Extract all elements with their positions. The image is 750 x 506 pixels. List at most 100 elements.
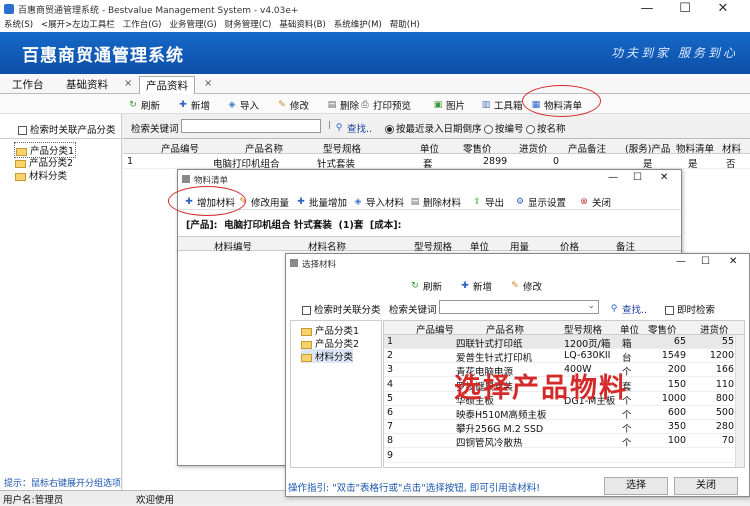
- tree-item-material[interactable]: 材料分类: [15, 168, 67, 182]
- delete-button[interactable]: ▤ 删除: [327, 98, 359, 112]
- print-preview-button[interactable]: ⎙ 打印预览: [360, 98, 411, 112]
- bom-maximize-button[interactable]: ☐: [633, 172, 642, 183]
- find-label: 查找..: [347, 124, 373, 135]
- close-button[interactable]: ✕: [706, 0, 740, 18]
- sel-refresh-button[interactable]: ↻ 刷新: [410, 279, 442, 293]
- table-row[interactable]: 2 爱普生针式打印机 LQ-630KII 台 1549 1200: [384, 349, 734, 365]
- table-cell: 4: [387, 378, 394, 390]
- tab-basic-data[interactable]: 基础资料: [60, 76, 114, 94]
- table-row[interactable]: 7 攀升256G M.2 SSD 个 350 280: [384, 420, 734, 435]
- tab-workbench[interactable]: 工作台: [6, 76, 50, 94]
- edit-button[interactable]: ✎ 修改: [277, 98, 309, 112]
- table-cell: 个: [622, 438, 632, 450]
- menu-maintenance[interactable]: 系统维护(M): [334, 18, 382, 32]
- sel-minimize-button[interactable]: —: [676, 256, 686, 267]
- sidebar-checkbox-label: 检索时关联产品分类: [30, 125, 116, 136]
- image-button[interactable]: ▣ 图片: [433, 98, 465, 112]
- refresh-button[interactable]: ↻ 刷新: [128, 98, 160, 112]
- menu-basic-data[interactable]: 基础资料(B): [279, 18, 325, 32]
- import-material-button[interactable]: ◈ 导入材料: [353, 195, 404, 209]
- search-input[interactable]: [181, 119, 321, 133]
- table-cell: 台: [622, 353, 632, 365]
- folder-icon: [301, 340, 312, 349]
- grid-header: 产品编号 产品名称 型号规格 单位 零售价 进货价 产品备注 (服务)产品 物料…: [123, 139, 750, 155]
- select-button[interactable]: 选择: [604, 477, 668, 495]
- batch-add-button[interactable]: ✚ 批量增加: [296, 195, 347, 209]
- maximize-button[interactable]: ☐: [668, 0, 702, 18]
- main-toolbar: ↻ 刷新 ✚ 新增 ◈ 导入 ✎ 修改 ▤ 删除 ⎙ 打印预览 ▣ 图片 ▥ 工具箱 ▦ 物料清单: [0, 94, 750, 114]
- bom-product-info: [产品]: 电脑打印机组合 针式套装 (1)套 [成本]:: [186, 220, 402, 231]
- bom-close-tool-button[interactable]: ⊗ 关闭: [579, 195, 611, 209]
- menu-business[interactable]: 业务管理(G): [170, 18, 217, 32]
- table-cell: LQ-630KII: [564, 350, 611, 362]
- table-cell: 1000: [661, 392, 686, 404]
- sel-edit-button[interactable]: ✎ 修改: [510, 279, 542, 293]
- radio-by-name[interactable]: 按名称: [526, 121, 566, 135]
- sel-col-unit: 单位: [620, 325, 640, 336]
- cell-cost: 0: [553, 156, 560, 167]
- sel-find-button[interactable]: ⚲ 查找..: [609, 302, 647, 316]
- delete-icon: ▤: [410, 197, 420, 207]
- sel-dropdown-icon[interactable]: ⌄: [588, 301, 595, 310]
- menu-finance[interactable]: 财务管理(C): [225, 18, 272, 32]
- toolbox-button[interactable]: ▥ 工具箱: [481, 98, 523, 112]
- table-cell: 爱普生针式打印机: [456, 353, 533, 365]
- export-button[interactable]: ⇪ 导出: [472, 195, 504, 209]
- delete-material-button[interactable]: ▤ 删除材料: [410, 195, 461, 209]
- tab-basic-data-close-icon[interactable]: ×: [124, 78, 132, 89]
- search-scrollbar-icon: |: [328, 120, 331, 129]
- sel-maximize-button[interactable]: ☐: [701, 256, 710, 267]
- tree-item-category2[interactable]: 产品分类2: [15, 155, 73, 169]
- cell-unit: 套: [423, 159, 433, 170]
- sel-dialog-close-button[interactable]: 关闭: [674, 477, 738, 495]
- sel-instant-search-checkbox[interactable]: 即时检索: [665, 302, 715, 316]
- find-button[interactable]: ⚲ 查找..: [334, 121, 372, 135]
- checkbox-icon: [302, 306, 311, 315]
- table-row[interactable]: 9: [384, 449, 734, 463]
- bom-minimize-button[interactable]: —: [608, 172, 618, 183]
- edit-icon: ✎: [278, 100, 286, 110]
- sel-find-label: 查找..: [622, 305, 648, 316]
- table-row[interactable]: 8 四铜管风冷散热 个 100 70: [384, 434, 734, 450]
- menu-bar: 系统(S) <展开>左边工具栏 工作台(G) 业务管理(G) 财务管理(C) 基…: [0, 18, 750, 32]
- menu-workbench[interactable]: 工作台(G): [123, 18, 162, 32]
- import-button[interactable]: ◈ 导入: [227, 98, 259, 112]
- delete-material-label: 删除材料: [423, 198, 462, 209]
- sel-link-category-checkbox[interactable]: 检索时关联分类: [302, 302, 381, 316]
- col-service: (服务)产品: [625, 144, 671, 155]
- sel-tree-item-category2[interactable]: 产品分类2: [301, 336, 359, 350]
- minimize-button[interactable]: —: [630, 0, 664, 18]
- tab-product-data-close-icon[interactable]: ×: [204, 78, 212, 89]
- folder-icon: [301, 327, 312, 336]
- cell-bom: 是: [688, 159, 698, 170]
- sel-search-input[interactable]: [439, 300, 599, 314]
- sel-vertical-scrollbar[interactable]: [735, 335, 744, 467]
- annotation-text: 选择产品物料: [454, 373, 628, 404]
- menu-expand-toolbar[interactable]: <展开>左边工具栏: [41, 18, 115, 32]
- table-row[interactable]: 1 四联针式打印纸 1200页/箱箱 65 55: [384, 335, 734, 350]
- bom-close-button[interactable]: ✕: [660, 172, 668, 183]
- tab-product-data[interactable]: 产品资料: [139, 76, 195, 94]
- radio-by-date[interactable]: 按最近录入日期倒序: [385, 121, 482, 135]
- radio-by-code[interactable]: 按编号: [484, 121, 524, 135]
- table-row[interactable]: 1 电脑打印机组合 针式套装 套 2899 0 是 是 否: [123, 155, 750, 170]
- display-settings-button[interactable]: ⚙ 显示设置: [515, 195, 566, 209]
- sel-close-button[interactable]: ✕: [729, 256, 737, 267]
- plus-icon: ✚: [297, 197, 305, 207]
- plus-icon: ✚: [179, 100, 187, 110]
- sel-tree-item-material[interactable]: 材料分类: [301, 349, 354, 363]
- sel-tree-item-category1[interactable]: 产品分类1: [301, 323, 359, 337]
- add-button[interactable]: ✚ 新增: [178, 98, 210, 112]
- sel-toolbar: ↻ 刷新 ✚ 新增 ✎ 修改: [286, 274, 749, 296]
- table-cell: 3: [387, 364, 394, 376]
- sidebar-link-category-checkbox[interactable]: 检索时关联产品分类: [18, 122, 116, 136]
- cell-spec: 针式套装: [317, 159, 356, 170]
- table-row[interactable]: 6 映泰H510M高频主板 个 600 500: [384, 406, 734, 421]
- sel-col-code: 产品编号: [416, 325, 455, 336]
- sel-add-button[interactable]: ✚ 新增: [460, 279, 492, 293]
- menu-help[interactable]: 帮助(H): [390, 18, 420, 32]
- search-icon: ⚲: [610, 304, 618, 314]
- app-banner: 百惠商贸通管理系统 功夫到家 服务到心: [0, 32, 750, 74]
- toolbox-icon: ▥: [481, 100, 491, 110]
- menu-system[interactable]: 系统(S): [4, 18, 33, 32]
